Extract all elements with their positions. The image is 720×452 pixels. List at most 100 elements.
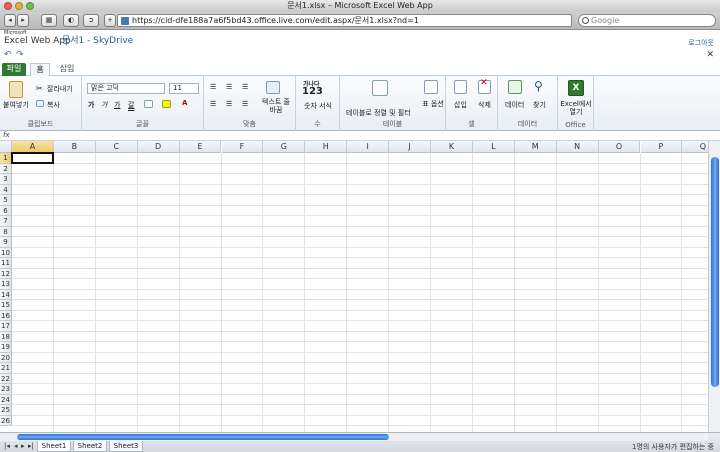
logout-link[interactable]: 로그아웃: [688, 38, 714, 48]
address-bar[interactable]: https://cid-dfe188a7a6f5bd43.office.live…: [117, 14, 572, 27]
row-header[interactable]: 21: [0, 363, 12, 374]
align-bottom-icon[interactable]: ☰: [242, 83, 248, 91]
column-header[interactable]: N: [556, 141, 599, 153]
borders-icon[interactable]: [144, 100, 153, 108]
undo-icon[interactable]: ↶: [4, 50, 12, 60]
row-header[interactable]: 9: [0, 237, 12, 248]
tab-home[interactable]: 홈: [30, 63, 50, 76]
column-header[interactable]: L: [472, 141, 515, 153]
paste-button[interactable]: 붙여넣기: [3, 100, 29, 110]
open-in-excel-button[interactable]: Excel에서 열기: [560, 100, 592, 116]
font-face-select[interactable]: 맑은 고딕: [87, 83, 165, 94]
active-cell[interactable]: [11, 152, 54, 164]
row-header[interactable]: 24: [0, 394, 12, 405]
align-top-icon[interactable]: ☰: [210, 83, 216, 91]
row-header[interactable]: 6: [0, 205, 12, 216]
row-header[interactable]: 20: [0, 352, 12, 363]
close-window-button[interactable]: [4, 2, 12, 10]
next-sheet-icon[interactable]: ▸: [21, 442, 25, 450]
redo-icon[interactable]: ↷: [16, 50, 24, 60]
horizontal-scrollbar[interactable]: [0, 433, 708, 441]
add-bookmark-button[interactable]: +: [104, 14, 116, 27]
column-header[interactable]: H: [305, 141, 348, 153]
tab-file[interactable]: 파일: [2, 63, 26, 76]
last-sheet-icon[interactable]: ▸|: [28, 442, 34, 450]
align-right-icon[interactable]: ☰: [242, 100, 248, 108]
column-header[interactable]: J: [389, 141, 431, 153]
row-header[interactable]: 22: [0, 373, 12, 384]
row-header[interactable]: 26: [0, 415, 12, 426]
delete-cells-button[interactable]: 삭제: [478, 100, 491, 110]
formula-bar[interactable]: fx: [0, 131, 720, 141]
first-sheet-icon[interactable]: |◂: [4, 442, 10, 450]
row-header[interactable]: 8: [0, 226, 12, 237]
row-header[interactable]: 15: [0, 300, 12, 311]
column-header[interactable]: F: [221, 141, 264, 153]
bold-button[interactable]: 가: [88, 100, 94, 110]
row-header[interactable]: 23: [0, 384, 12, 395]
data-button[interactable]: 데이터: [505, 100, 524, 110]
column-header[interactable]: P: [640, 141, 683, 153]
number-format-button[interactable]: 숫자 서식: [302, 102, 334, 110]
forward-button[interactable]: ▸: [17, 14, 29, 27]
sheet-tab-3[interactable]: Sheet3: [109, 441, 143, 452]
prev-sheet-icon[interactable]: ◂: [14, 442, 18, 450]
italic-button[interactable]: 가: [101, 100, 107, 110]
document-title[interactable]: 문서1 - SkyDrive: [62, 36, 133, 47]
row-header[interactable]: 18: [0, 331, 12, 342]
column-header[interactable]: D: [137, 141, 180, 153]
align-middle-icon[interactable]: ☰: [226, 83, 232, 91]
row-header[interactable]: 11: [0, 258, 12, 269]
row-header[interactable]: 7: [0, 216, 12, 227]
wrap-text-button[interactable]: 텍스트 줄 바꿈: [259, 98, 293, 114]
row-header[interactable]: 2: [0, 163, 12, 174]
column-header[interactable]: I: [347, 141, 390, 153]
double-underline-button[interactable]: 갈: [128, 100, 134, 110]
insert-cells-button[interactable]: 삽입: [454, 100, 467, 110]
column-header[interactable]: K: [431, 141, 473, 153]
column-header[interactable]: G: [263, 141, 306, 153]
fill-color-icon[interactable]: [162, 100, 171, 108]
history-icon[interactable]: ➲: [83, 14, 99, 27]
horizontal-scroll-thumb[interactable]: [17, 434, 389, 440]
column-header[interactable]: E: [179, 141, 222, 153]
zoom-window-button[interactable]: [26, 2, 34, 10]
underline-button[interactable]: 가: [114, 100, 120, 110]
cut-button[interactable]: 잘라내기: [47, 84, 73, 94]
align-center-icon[interactable]: ☰: [226, 100, 232, 108]
row-header[interactable]: 12: [0, 268, 12, 279]
row-header[interactable]: 4: [0, 184, 12, 195]
search-field[interactable]: Google: [578, 14, 716, 27]
row-header[interactable]: 13: [0, 279, 12, 290]
font-size-select[interactable]: 11: [169, 83, 199, 94]
row-header[interactable]: 19: [0, 342, 12, 353]
align-left-icon[interactable]: ☰: [210, 100, 216, 108]
tabs-icon[interactable]: ▦: [41, 14, 57, 27]
column-header[interactable]: O: [598, 141, 641, 153]
vertical-scrollbar[interactable]: [708, 141, 720, 432]
find-button[interactable]: 찾기: [533, 100, 546, 110]
font-color-icon[interactable]: A: [182, 99, 187, 107]
column-header[interactable]: Q: [682, 141, 708, 153]
copy-button[interactable]: 복사: [47, 100, 60, 110]
sheet-tab-2[interactable]: Sheet2: [73, 441, 107, 452]
row-header[interactable]: 25: [0, 405, 12, 416]
sheet-tab-1[interactable]: Sheet1: [37, 441, 71, 452]
vertical-scroll-thumb[interactable]: [711, 157, 719, 387]
row-header[interactable]: 5: [0, 195, 12, 206]
tab-insert[interactable]: 삽입: [56, 63, 78, 76]
close-icon[interactable]: ✕: [706, 50, 714, 60]
row-header[interactable]: 14: [0, 289, 12, 300]
column-header[interactable]: M: [514, 141, 557, 153]
back-button[interactable]: ◂: [4, 14, 16, 27]
row-header[interactable]: 10: [0, 247, 12, 258]
column-header[interactable]: C: [95, 141, 138, 153]
row-header[interactable]: 17: [0, 321, 12, 332]
table-options-button[interactable]: 표 옵션: [422, 100, 444, 108]
sort-filter-button[interactable]: 테이블로 정렬 및 필터: [346, 108, 411, 118]
minimize-window-button[interactable]: [15, 2, 23, 10]
column-header[interactable]: B: [53, 141, 96, 153]
row-header[interactable]: 16: [0, 310, 12, 321]
row-header[interactable]: 3: [0, 174, 12, 185]
paste-icon[interactable]: [9, 81, 23, 98]
